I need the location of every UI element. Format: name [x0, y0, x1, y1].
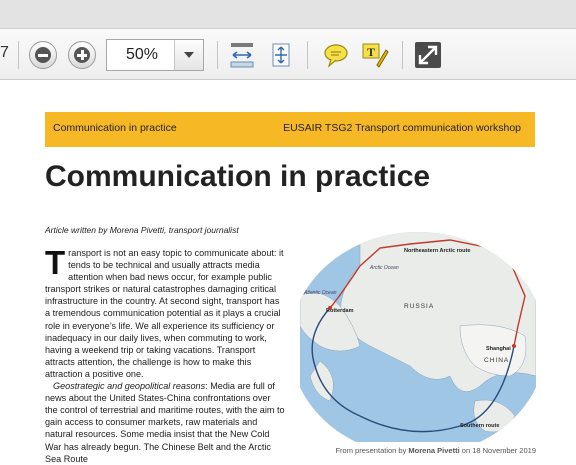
fit-page-icon[interactable] [267, 41, 295, 69]
map-label-northeastern-line1: Northeastern Arctic route [404, 248, 470, 254]
toolbar-divider [307, 41, 308, 69]
caption-author: Morena Pivetti [408, 446, 460, 455]
fit-width-icon[interactable] [228, 41, 256, 69]
map-label-southern-route: Southern route [460, 423, 499, 429]
zoom-value[interactable]: 50% [107, 46, 177, 64]
viewer-toolbar: 7 50% T [0, 29, 576, 80]
article-body: Transport is not an easy topic to commun… [45, 244, 285, 465]
header-workshop-title: EUSAIR TSG2 Transport communication work… [283, 122, 521, 134]
map-label-northeastern-route: Northeastern Arctic route [404, 248, 470, 254]
map-marker-rotterdam [328, 306, 332, 310]
paragraph-1-text: ransport is not an easy topic to communi… [45, 248, 284, 379]
fullscreen-icon[interactable] [414, 41, 442, 69]
zoom-select[interactable]: 50% [106, 39, 204, 71]
caption-suffix: on 18 November 2019 [459, 446, 536, 455]
map-label-china: CHINA [484, 357, 509, 364]
paragraph-2: Geostrategic and geopolitical reasons: M… [45, 380, 285, 465]
zoom-in-button[interactable] [68, 41, 96, 69]
comment-icon[interactable] [322, 41, 350, 69]
arctic-routes-map: Northeastern Arctic route Arctic Ocean A… [300, 226, 536, 442]
zoom-out-button[interactable] [29, 41, 57, 69]
paragraph-1: Transport is not an easy topic to commun… [45, 244, 285, 380]
toolbar-divider [402, 41, 403, 69]
paragraph-2-lead: Geostrategic and geopolitical reasons [53, 381, 206, 392]
chevron-down-icon[interactable] [174, 40, 203, 70]
caption-prefix: From presentation by [335, 446, 409, 455]
toolbar-divider [18, 41, 19, 69]
minus-glyph [38, 54, 48, 57]
document-header-band: Communication in practice EUSAIR TSG2 Tr… [45, 112, 535, 147]
highlight-text-icon[interactable]: T [361, 41, 389, 69]
map-caption: From presentation by Morena Pivetti on 1… [335, 446, 536, 455]
tab-strip [0, 0, 576, 29]
map-label-arctic-ocean: Arctic Ocean [369, 265, 399, 271]
paragraph-2-text: : Media are full of news about the Unite… [45, 381, 285, 464]
svg-text:T: T [367, 45, 375, 59]
page-title: Communication in practice [45, 160, 431, 193]
toolbar-divider [217, 41, 218, 69]
map-marker-shanghai [512, 344, 516, 348]
map-label-russia: RUSSIA [404, 303, 434, 310]
map-label-shanghai: Shanghai [486, 346, 511, 352]
page-number-field[interactable]: 7 [0, 44, 9, 62]
byline: Article written by Morena Pivetti, trans… [45, 225, 239, 235]
plus-glyph-v [81, 50, 84, 60]
header-section-title: Communication in practice [53, 122, 177, 134]
map-label-atlantic-ocean: Atlantic Ocean [303, 290, 337, 296]
drop-cap: T [45, 244, 66, 281]
